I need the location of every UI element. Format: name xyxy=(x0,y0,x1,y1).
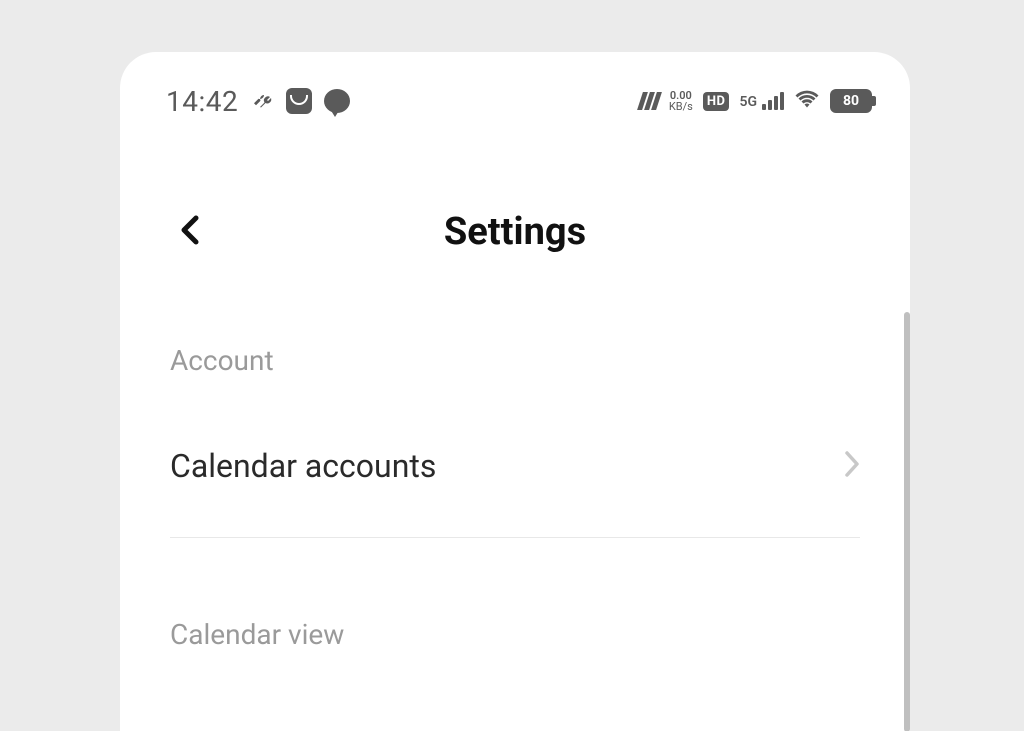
page-title: Settings xyxy=(166,210,864,254)
back-button[interactable] xyxy=(170,204,210,260)
data-indicator-icon xyxy=(640,92,659,110)
hd-badge: HD xyxy=(703,92,730,111)
cellular-signal: 5G xyxy=(739,92,784,110)
section-header-calendar-view: Calendar view xyxy=(170,618,860,651)
phone-screen: 14:42 0.00 KB/s HD 5G xyxy=(120,52,910,731)
status-bar: 14:42 0.00 KB/s HD 5G xyxy=(120,52,910,120)
scrollbar[interactable] xyxy=(904,312,910,731)
network-speed: 0.00 KB/s xyxy=(669,90,693,112)
status-time: 14:42 xyxy=(166,85,238,118)
chevron-left-icon xyxy=(180,214,200,246)
section-header-account: Account xyxy=(170,344,860,377)
battery-indicator: 80 xyxy=(830,89,872,113)
chevron-right-icon xyxy=(844,450,860,482)
section-divider xyxy=(170,537,860,538)
chat-icon xyxy=(324,89,350,113)
page-header: Settings xyxy=(120,120,910,304)
pocket-icon xyxy=(286,88,312,114)
status-bar-left: 14:42 xyxy=(166,85,350,118)
calendar-accounts-row[interactable]: Calendar accounts xyxy=(170,427,860,537)
wifi-icon xyxy=(794,89,820,113)
tools-icon xyxy=(250,89,274,113)
status-bar-right: 0.00 KB/s HD 5G xyxy=(640,89,872,113)
row-label: Calendar accounts xyxy=(170,447,436,485)
settings-content: Account Calendar accounts Calendar view xyxy=(120,344,910,651)
